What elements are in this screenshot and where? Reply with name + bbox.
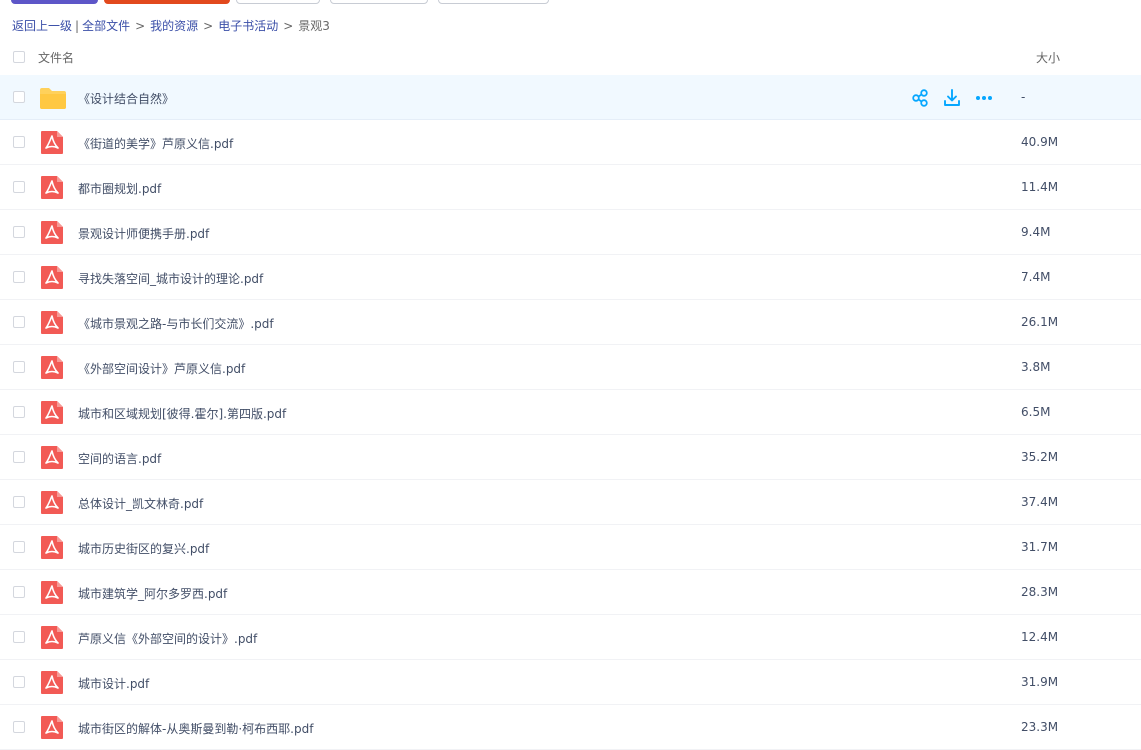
breadcrumb-item-my-resources[interactable]: 我的资源	[150, 19, 198, 33]
file-size: 9.4M	[1021, 225, 1051, 239]
pdf-icon	[41, 356, 63, 379]
pdf-icon	[41, 176, 63, 199]
row-checkbox[interactable]	[13, 181, 25, 193]
row-checkbox[interactable]	[13, 631, 25, 643]
breadcrumb-arrow: >	[135, 19, 146, 33]
pdf-icon	[41, 581, 63, 604]
file-name[interactable]: 景观设计师便携手册.pdf	[78, 225, 209, 242]
row-checkbox[interactable]	[13, 541, 25, 553]
row-checkbox[interactable]	[13, 226, 25, 238]
file-size: 12.4M	[1021, 630, 1059, 644]
file-size: 23.3M	[1021, 720, 1059, 734]
row-checkbox[interactable]	[13, 91, 25, 103]
upload-button[interactable]	[11, 0, 98, 4]
file-name[interactable]: 芦原义信《外部空间的设计》.pdf	[78, 630, 257, 647]
file-size: 3.8M	[1021, 360, 1051, 374]
file-size: 6.5M	[1021, 405, 1051, 419]
file-row[interactable]: 都市圈规划.pdf 11.4M	[0, 165, 1141, 210]
row-checkbox[interactable]	[13, 271, 25, 283]
file-row[interactable]: 总体设计_凯文林奇.pdf 37.4M	[0, 480, 1141, 525]
file-row[interactable]: 城市街区的解体-从奥斯曼到勒·柯布西耶.pdf 23.3M	[0, 705, 1141, 750]
file-row[interactable]: 城市历史街区的复兴.pdf 31.7M	[0, 525, 1141, 570]
file-row[interactable]: 《外部空间设计》芦原义信.pdf 3.8M	[0, 345, 1141, 390]
file-size: 31.7M	[1021, 540, 1059, 554]
pdf-icon	[41, 626, 63, 649]
file-size: 11.4M	[1021, 180, 1059, 194]
download-icon[interactable]	[941, 87, 963, 109]
file-size: 28.3M	[1021, 585, 1059, 599]
file-name[interactable]: 《外部空间设计》芦原义信.pdf	[78, 360, 245, 377]
file-size: 37.4M	[1021, 495, 1059, 509]
toolbar-button-2[interactable]	[330, 0, 428, 4]
breadcrumb-arrow: >	[283, 19, 294, 33]
breadcrumb-item-ebook-event[interactable]: 电子书活动	[218, 19, 278, 33]
file-row[interactable]: 空间的语言.pdf 35.2M	[0, 435, 1141, 480]
folder-icon	[40, 87, 66, 110]
row-checkbox[interactable]	[13, 406, 25, 418]
file-name[interactable]: 城市建筑学_阿尔多罗西.pdf	[78, 585, 227, 602]
file-name[interactable]: 《城市景观之路-与市长们交流》.pdf	[78, 315, 274, 332]
file-name[interactable]: 都市圈规划.pdf	[78, 180, 161, 197]
pdf-icon	[41, 266, 63, 289]
file-name[interactable]: 《设计结合自然》	[78, 90, 174, 107]
file-list-header: 文件名 大小	[0, 40, 1141, 74]
breadcrumb: 返回上一级 | 全部文件 > 我的资源 > 电子书活动 > 景观3	[12, 17, 330, 34]
file-name[interactable]: 总体设计_凯文林奇.pdf	[78, 495, 203, 512]
row-checkbox[interactable]	[13, 676, 25, 688]
file-name[interactable]: 空间的语言.pdf	[78, 450, 161, 467]
file-row[interactable]: 《街道的美学》芦原义信.pdf 40.9M	[0, 120, 1141, 165]
file-size: 31.9M	[1021, 675, 1059, 689]
file-row[interactable]: 城市和区域规划[彼得.霍尔].第四版.pdf 6.5M	[0, 390, 1141, 435]
new-folder-button[interactable]	[104, 0, 230, 4]
row-checkbox[interactable]	[13, 721, 25, 733]
file-size: 7.4M	[1021, 270, 1051, 284]
share-icon[interactable]	[909, 87, 931, 109]
row-checkbox[interactable]	[13, 586, 25, 598]
file-row[interactable]: 景观设计师便携手册.pdf 9.4M	[0, 210, 1141, 255]
back-link[interactable]: 返回上一级	[12, 19, 72, 33]
breadcrumb-item-all-files[interactable]: 全部文件	[82, 19, 130, 33]
file-size: 26.1M	[1021, 315, 1059, 329]
file-size: -	[1021, 90, 1026, 104]
file-name[interactable]: 城市设计.pdf	[78, 675, 149, 692]
file-name[interactable]: 城市街区的解体-从奥斯曼到勒·柯布西耶.pdf	[78, 720, 313, 737]
file-row[interactable]: 城市建筑学_阿尔多罗西.pdf 28.3M	[0, 570, 1141, 615]
file-row[interactable]: 芦原义信《外部空间的设计》.pdf 12.4M	[0, 615, 1141, 660]
toolbar-button-1[interactable]	[236, 0, 320, 4]
file-name[interactable]: 城市历史街区的复兴.pdf	[78, 540, 209, 557]
file-row[interactable]: 《设计结合自然》 -	[0, 75, 1141, 120]
file-size: 40.9M	[1021, 135, 1059, 149]
pdf-icon	[41, 536, 63, 559]
file-row[interactable]: 城市设计.pdf 31.9M	[0, 660, 1141, 705]
row-checkbox[interactable]	[13, 496, 25, 508]
more-icon[interactable]	[973, 87, 995, 109]
file-size: 35.2M	[1021, 450, 1059, 464]
pdf-icon	[41, 311, 63, 334]
pdf-icon	[41, 221, 63, 244]
pdf-icon	[41, 131, 63, 154]
row-checkbox[interactable]	[13, 361, 25, 373]
breadcrumb-divider: |	[75, 19, 80, 33]
breadcrumb-current: 景观3	[298, 19, 330, 33]
toolbar-button-3[interactable]	[438, 0, 549, 4]
column-header-size[interactable]: 大小	[1036, 49, 1060, 66]
pdf-icon	[41, 446, 63, 469]
pdf-icon	[41, 491, 63, 514]
file-list: 《设计结合自然》 - 《街道的美学》芦原义信.pdf 40.9M 都市圈规划.pdf…	[0, 75, 1141, 750]
file-row[interactable]: 《城市景观之路-与市长们交流》.pdf 26.1M	[0, 300, 1141, 345]
breadcrumb-arrow: >	[203, 19, 214, 33]
row-checkbox[interactable]	[13, 451, 25, 463]
pdf-icon	[41, 716, 63, 739]
row-checkbox[interactable]	[13, 316, 25, 328]
row-checkbox[interactable]	[13, 136, 25, 148]
pdf-icon	[41, 401, 63, 424]
file-name[interactable]: 城市和区域规划[彼得.霍尔].第四版.pdf	[78, 405, 286, 422]
file-name[interactable]: 寻找失落空间_城市设计的理论.pdf	[78, 270, 263, 287]
pdf-icon	[41, 671, 63, 694]
select-all-checkbox[interactable]	[13, 51, 25, 63]
file-row[interactable]: 寻找失落空间_城市设计的理论.pdf 7.4M	[0, 255, 1141, 300]
column-header-name[interactable]: 文件名	[38, 49, 74, 66]
file-name[interactable]: 《街道的美学》芦原义信.pdf	[78, 135, 233, 152]
